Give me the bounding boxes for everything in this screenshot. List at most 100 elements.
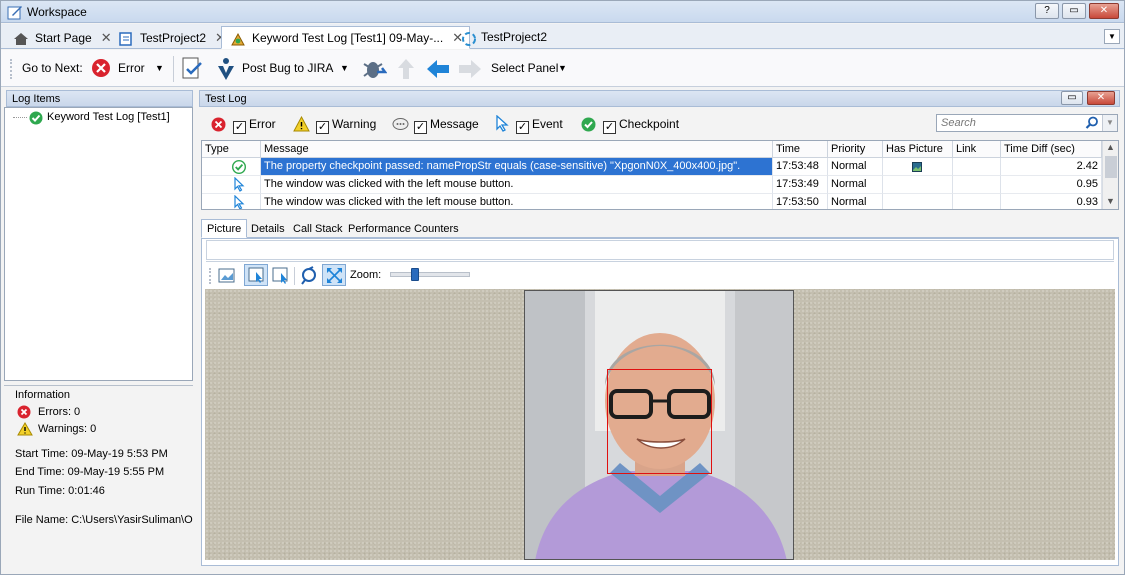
jira-icon <box>218 58 234 80</box>
workspace-window: Workspace ? ▭ ✕ Start Page ✕ TestProject2… <box>0 0 1125 575</box>
tree-item-keyword-test-log[interactable]: Keyword Test Log [Test1] <box>47 111 170 123</box>
zoom-slider[interactable] <box>390 268 470 281</box>
picture-toolbar: Zoom: <box>206 261 1114 288</box>
scroll-up-arrow[interactable]: ▲ <box>1106 142 1115 152</box>
close-button[interactable]: ✕ <box>1089 3 1119 19</box>
row-priority: Normal <box>828 176 883 194</box>
actual-picture-icon[interactable] <box>272 267 290 284</box>
filter-warning-icon <box>293 116 310 132</box>
end-time: End Time: 09-May-19 5:55 PM <box>15 466 165 478</box>
tab-testproject2[interactable]: TestProject2✕ <box>109 26 233 49</box>
start-time: Start Time: 09-May-19 5:53 PM <box>15 448 168 460</box>
home-icon <box>14 33 28 45</box>
event-icon <box>234 195 245 209</box>
filter-checkpoint-icon <box>581 117 596 132</box>
filter-event-checkbox[interactable]: ✓ Event <box>516 117 563 134</box>
zoom-slider-thumb[interactable] <box>411 268 419 281</box>
has-picture-icon[interactable] <box>912 162 922 172</box>
row-message: The window was clicked with the left mou… <box>261 194 773 209</box>
go-to-next-error-button[interactable]: Error <box>118 61 145 75</box>
row-time: 17:53:49 <box>773 176 828 194</box>
toolbar-separator <box>294 267 295 285</box>
information-panel: Information Errors: 0 Warnings: 0 Start … <box>4 385 193 563</box>
tree-line <box>13 117 27 118</box>
information-title: Information <box>15 389 71 401</box>
toolbar-grip[interactable] <box>10 59 13 79</box>
tab-list-dropdown[interactable]: ▼ <box>1104 29 1120 44</box>
tab-start-page[interactable]: Start Page ✕ <box>4 26 119 49</box>
col-type[interactable]: Type <box>202 141 261 158</box>
error-icon[interactable] <box>91 58 111 78</box>
compare-pictures-icon[interactable] <box>300 266 318 285</box>
scroll-thumb[interactable] <box>1105 156 1117 178</box>
test-log-header: Test Log <box>199 90 1120 107</box>
tab-performance-counters[interactable]: Performance Counters <box>342 219 465 238</box>
help-button[interactable]: ? <box>1035 3 1059 19</box>
filter-message-checkbox[interactable]: ✓ Message <box>414 117 479 134</box>
toolbar-grip[interactable] <box>209 268 211 284</box>
row-time-diff: 0.95 <box>1001 176 1102 194</box>
col-time-diff[interactable]: Time Diff (sec) <box>1001 141 1102 158</box>
tab-call-stack[interactable]: Call Stack <box>287 219 349 238</box>
save-picture-icon[interactable] <box>218 267 236 284</box>
post-bug-to-jira-button[interactable]: Post Bug to JIRA <box>242 61 333 75</box>
scroll-down-arrow[interactable]: ▼ <box>1106 196 1115 206</box>
row-time: 17:53:48 <box>773 158 828 176</box>
warnings-count: Warnings: 0 <box>38 423 97 435</box>
document-tabs: Start Page✕ TestProject2✕ Keyword Test L… <box>1 24 1124 49</box>
event-icon <box>234 177 245 192</box>
checkpoint-passed-icon <box>29 111 43 125</box>
col-priority[interactable]: Priority <box>828 141 883 158</box>
filter-message-icon <box>392 118 409 130</box>
tab-details[interactable]: Details <box>245 219 291 238</box>
filter-error-checkbox[interactable]: ✓ Error <box>233 117 276 134</box>
back-arrow-icon[interactable] <box>425 58 451 80</box>
col-link[interactable]: Link <box>953 141 1001 158</box>
table-row[interactable]: The window was clicked with the left mou… <box>202 194 1102 209</box>
expected-picture-icon <box>248 267 264 283</box>
post-bug-dropdown-caret[interactable]: ▼ <box>340 63 349 73</box>
fit-to-window-button[interactable] <box>322 264 346 286</box>
region-highlight-rectangle <box>607 369 712 474</box>
select-panel-caret[interactable]: ▼ <box>558 63 567 73</box>
restore-button[interactable]: ▭ <box>1062 3 1086 19</box>
zoom-label: Zoom: <box>350 269 382 281</box>
errors-count: Errors: 0 <box>38 406 81 418</box>
filter-warning-checkbox[interactable]: ✓ Warning <box>316 117 376 134</box>
warnings-icon <box>17 422 33 436</box>
col-message[interactable]: Message <box>261 141 773 158</box>
detail-tabs: Picture Details Call Stack Performance C… <box>201 218 1119 238</box>
col-has-picture[interactable]: Has Picture <box>883 141 953 158</box>
log-items-tree: Keyword Test Log [Test1] <box>4 107 193 381</box>
errors-icon <box>17 405 31 419</box>
test-log-title: Test Log <box>205 93 247 105</box>
row-time-diff: 2.42 <box>1001 158 1102 176</box>
table-row[interactable]: The property checkpoint passed: nameProp… <box>202 158 1102 176</box>
tab-testproject2-b[interactable]: TestProject2 <box>452 26 554 49</box>
filter-checkpoint-checkbox[interactable]: ✓ Checkpoint <box>603 117 679 134</box>
bug-share-icon[interactable] <box>361 56 387 82</box>
test-log-restore-button[interactable]: ▭ <box>1061 91 1083 105</box>
tab-picture[interactable]: Picture <box>201 219 248 238</box>
error-dropdown-caret[interactable]: ▼ <box>155 63 164 73</box>
row-time: 17:53:50 <box>773 194 828 209</box>
col-time[interactable]: Time <box>773 141 828 158</box>
test-log-grid: Type Message Time Priority Has Picture L… <box>201 140 1119 210</box>
row-time-diff: 0.93 <box>1001 194 1102 209</box>
project-icon <box>119 32 132 46</box>
grid-scrollbar[interactable]: ▲ ▼ <box>1102 141 1118 209</box>
search-icon[interactable] <box>1085 116 1099 130</box>
test-log-close-button[interactable]: ✕ <box>1087 91 1115 105</box>
search-dropdown[interactable]: ▼ <box>1102 115 1117 131</box>
select-panel-button[interactable]: Select Panel <box>491 61 558 75</box>
go-to-next-label: Go to Next: <box>22 61 83 75</box>
test-log-icon <box>231 32 245 46</box>
title-bar: Workspace ? ▭ ✕ <box>1 1 1124 23</box>
view-expected-button[interactable] <box>244 264 268 286</box>
forward-arrow-icon <box>459 60 481 78</box>
picture-caption-bar <box>206 240 1114 260</box>
tab-keyword-test-log[interactable]: Keyword Test Log [Test1] 09-May-... ✕ <box>221 26 471 49</box>
log-checklist-icon[interactable] <box>180 56 206 82</box>
row-priority: Normal <box>828 158 883 176</box>
table-row[interactable]: The window was clicked with the left mou… <box>202 176 1102 194</box>
